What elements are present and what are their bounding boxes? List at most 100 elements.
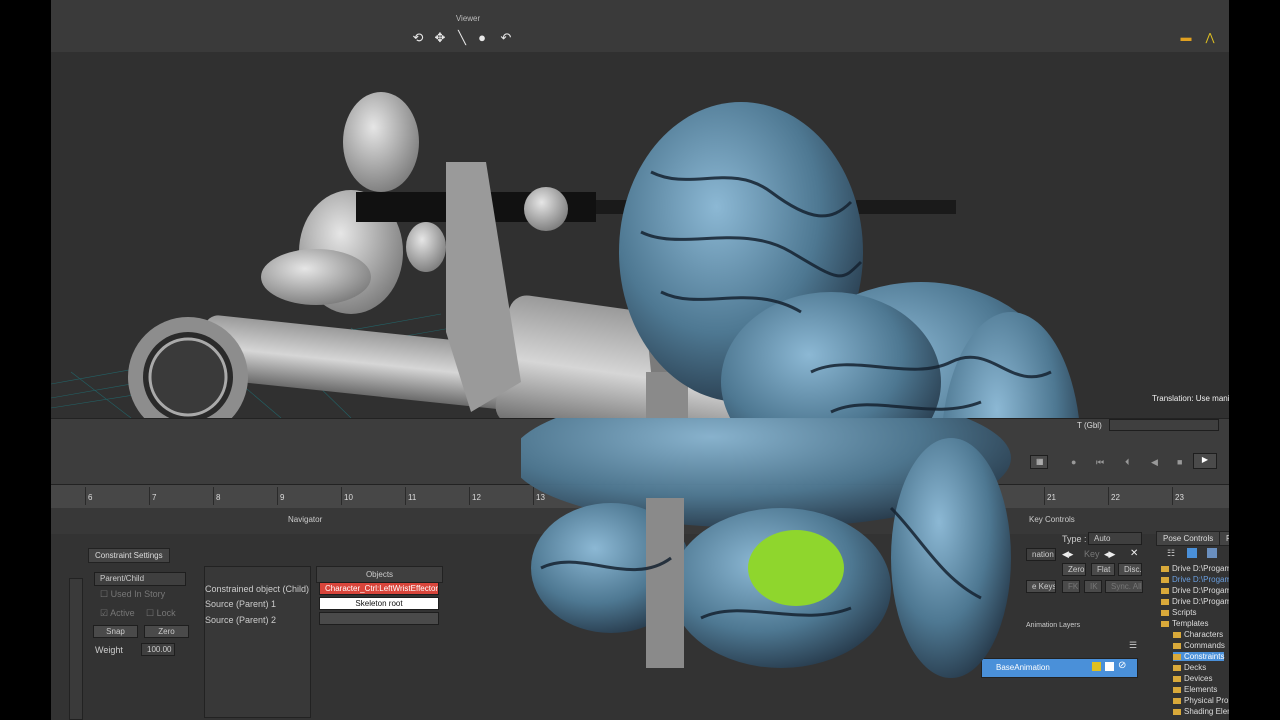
folder-icon [1161,576,1169,583]
solo-icon[interactable] [1105,662,1114,671]
type-dropdown[interactable]: Auto [1088,532,1142,545]
used-in-story-label: Used In Story [110,589,166,599]
graph-icon[interactable]: ⋀ [1201,29,1219,47]
used-in-story-checkbox[interactable]: ☐ Used In Story [100,589,165,600]
tree-item-elements[interactable]: Elements [1173,685,1217,694]
source-parent-1-field[interactable]: Skeleton root [319,597,439,610]
folder-icon [1173,686,1181,693]
tick-label: 8 [212,487,221,505]
source-parent-2-field[interactable] [319,612,439,625]
tree-item-commands[interactable]: Commands [1173,641,1225,650]
viewport-3d[interactable]: Translation: Use manip [51,52,1229,592]
zero-key-button[interactable]: Zero [1062,563,1086,576]
active-label: Active [110,608,135,618]
status-text: Translation: Use manip [1152,394,1229,403]
blue-character[interactable] [619,102,1081,592]
folder-icon [1161,620,1169,627]
orbit-icon[interactable]: ⟲ [409,29,427,47]
tick-label: 7 [148,487,157,505]
lock-icon[interactable] [1092,662,1101,671]
left-letterbox [0,0,51,720]
folder-icon [1161,609,1169,616]
close-icon[interactable]: ✕ [1130,548,1138,559]
tree-item-drive[interactable]: Drive D:\Progam [1161,564,1229,573]
character-legs-overlay [521,418,1011,678]
resources-tree: Drive D:\Progam Drive D:\Progam Drive D:… [1161,564,1229,720]
tick-label: 23 [1172,487,1184,505]
tick-label: 11 [404,487,417,505]
prev-key-button[interactable]: ◀▸ [1062,549,1073,560]
list-view-icon[interactable] [1207,548,1217,558]
constrained-object-field[interactable]: Character_Ctrl:LeftWristEffector [319,582,439,595]
folder-icon [1173,675,1181,682]
axis-mode: T (Gbl) [1077,421,1102,430]
right-letterbox [1229,0,1280,720]
tree-view-icon[interactable]: ☷ [1167,548,1175,559]
tab-constraint-settings[interactable]: Constraint Settings [88,548,170,563]
tree-item-characters[interactable]: Characters [1173,630,1223,639]
line-icon[interactable]: ╲ [453,29,471,47]
constraint-row-label: Constrained object (Child) [205,584,310,594]
zero-button[interactable]: Zero [144,625,189,638]
folder-icon [1161,565,1169,572]
motionbuilder-window: Viewer ⟲ ✥ ╲ ● ↶ ▬ ⋀ Translation: Use ma… [51,0,1229,720]
key-button[interactable]: Key [1084,549,1100,559]
tab-pose-controls[interactable]: Pose Controls [1156,531,1221,546]
active-checkbox[interactable]: ☑ Active [100,608,135,619]
translation-field[interactable] [1109,419,1219,431]
prev-key-icon[interactable]: ⏮ [1096,457,1104,468]
tree-item-physical-prop[interactable]: Physical Prop [1173,696,1229,705]
prev-frame-icon[interactable]: ⏴ [1125,457,1130,468]
tree-item-constraints[interactable]: Constraints [1173,652,1225,661]
navigator-scrollbar[interactable] [69,578,83,720]
fk-button[interactable]: FK [1062,580,1080,593]
folder-icon [1173,653,1181,660]
mute-icon[interactable]: ⊘ [1118,660,1126,671]
tick-label: 6 [84,487,93,505]
folder-icon [1173,642,1181,649]
folder-icon [1173,631,1181,638]
tree-item-drive[interactable]: Drive D:\Progam [1161,586,1229,595]
tree-item-devices[interactable]: Devices [1173,674,1212,683]
tick-label: 12 [469,487,481,505]
stop-icon[interactable]: ■ [1177,457,1182,467]
layers-menu-icon[interactable]: ☰ [1129,640,1137,651]
tick-label: 10 [341,487,353,505]
move-icon[interactable]: ✥ [431,29,449,47]
tree-item-scripts[interactable]: Scripts [1161,608,1196,617]
pin-icon[interactable]: ● [473,29,491,47]
objects-header: Objects [316,566,443,583]
type-label: Type : [1062,534,1087,544]
constraint-row-label: Source (Parent) 2 [205,615,277,625]
split-view-icon[interactable] [1187,548,1197,558]
record-icon[interactable]: ● [1071,457,1076,467]
tree-item-drive[interactable]: Drive D:\Progam [1161,597,1229,606]
viewer-title: Viewer [455,14,481,23]
undo-arc-icon[interactable]: ↶ [497,29,515,47]
ik-button[interactable]: IK [1084,580,1102,593]
next-key-button[interactable]: ◂▶ [1104,549,1115,560]
folder-icon [1161,598,1169,605]
folder-icon [1173,708,1181,715]
camera-icon[interactable]: ▬ [1177,29,1195,47]
play-icon[interactable]: ▶ [1193,453,1217,469]
disc-key-button[interactable]: Disc. [1118,563,1142,576]
play-back-icon[interactable]: ◀ [1151,457,1158,468]
folder-icon [1173,664,1181,671]
tick-label: 9 [276,487,285,505]
tree-item-shading-elem[interactable]: Shading Elem [1173,707,1229,716]
viewport-scene [51,92,1081,592]
flat-key-button[interactable]: Flat [1091,563,1115,576]
constraint-row-label: Source (Parent) 1 [205,599,277,609]
tree-item-drive[interactable]: Drive D:\Progam [1161,575,1229,584]
folder-icon [1173,697,1181,704]
tree-item-templates[interactable]: Templates [1161,619,1208,628]
lock-checkbox[interactable]: ☐ Lock [146,608,176,619]
lock-label: Lock [156,608,176,618]
constraint-type-field[interactable]: Parent/Child [94,572,186,586]
tree-item-decks[interactable]: Decks [1173,663,1206,672]
sync-all-button[interactable]: Sync. All [1105,580,1143,593]
tab-resources[interactable]: R [1219,531,1229,546]
snap-button[interactable]: Snap [93,625,138,638]
weight-field[interactable]: 100.00 [141,643,175,656]
